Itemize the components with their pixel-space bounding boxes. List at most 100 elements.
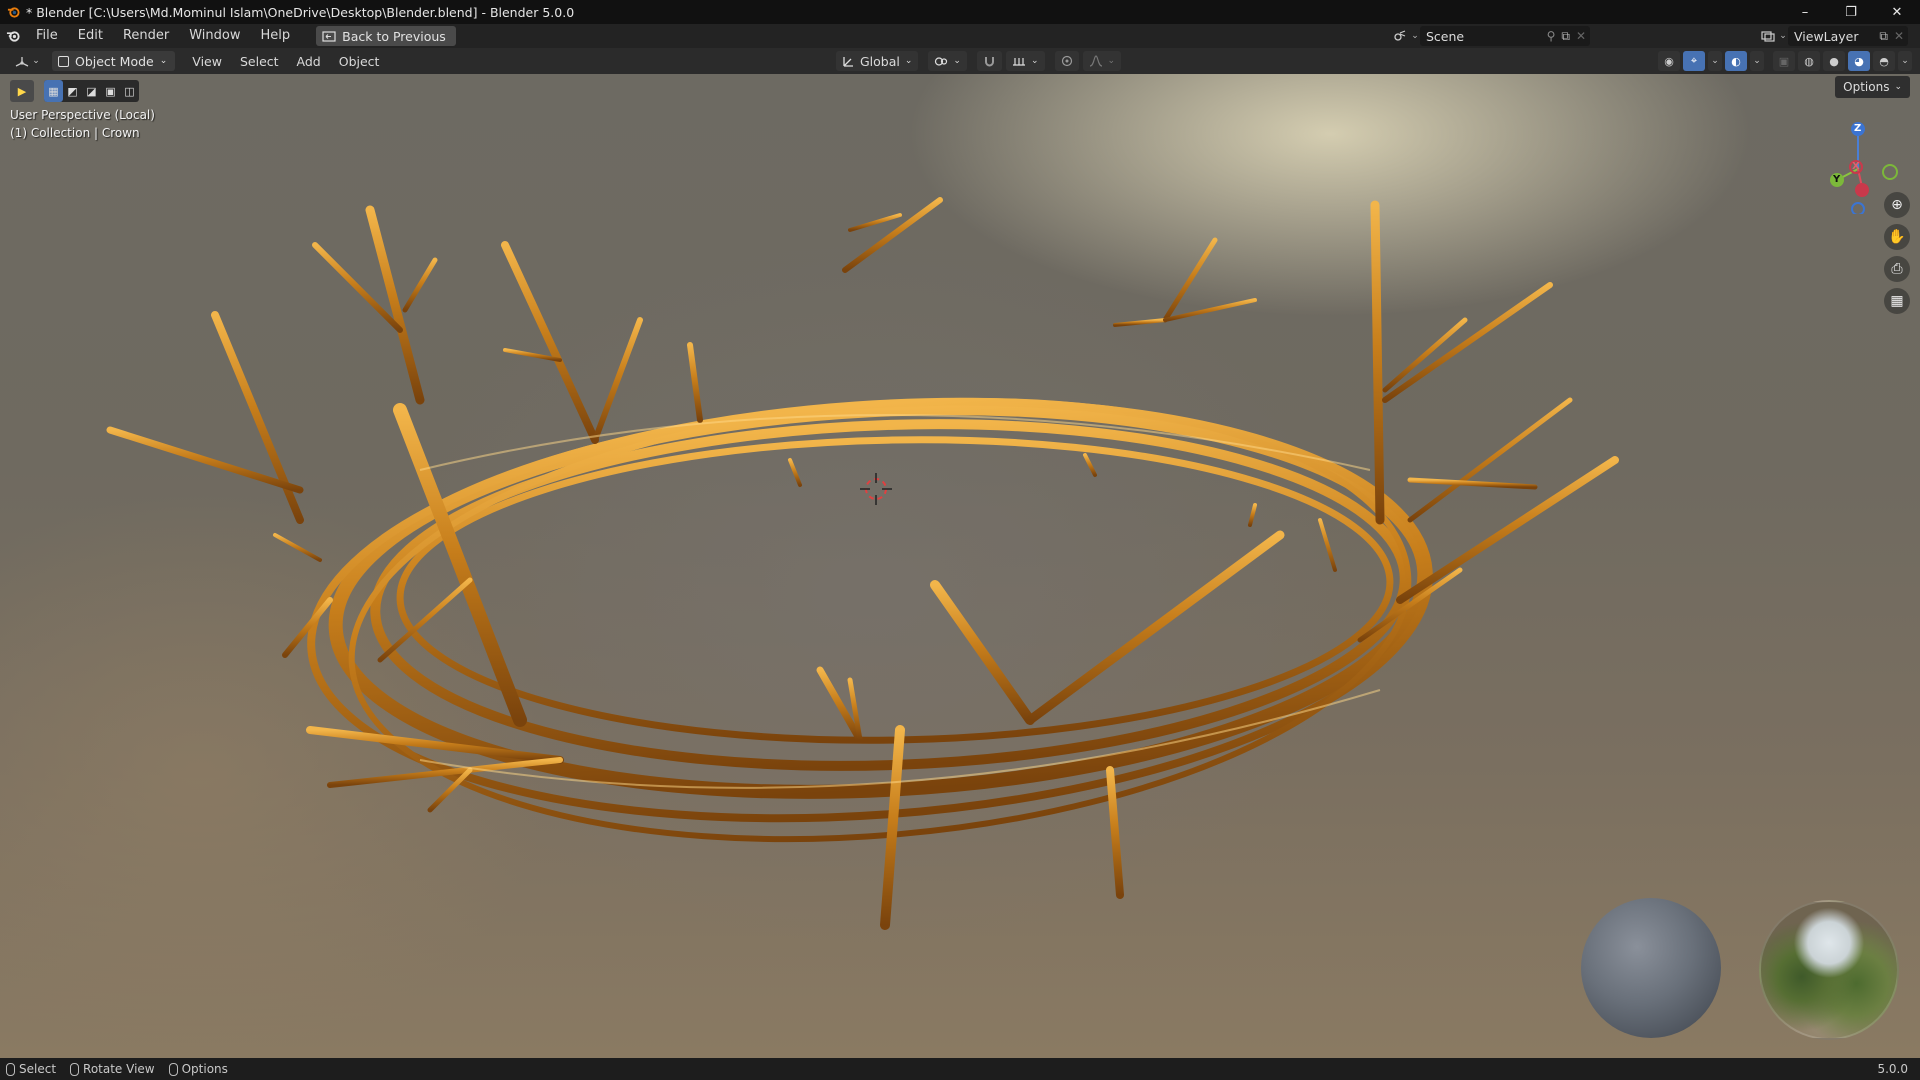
blender-menu-icon[interactable] bbox=[0, 24, 26, 48]
delete-scene-icon[interactable]: ✕ bbox=[1576, 29, 1586, 43]
pivot-point-dropdown[interactable]: ⌄ bbox=[928, 51, 967, 71]
viewlayer-name-field[interactable]: ViewLayer ⧉ ✕ bbox=[1788, 26, 1908, 46]
menu-edit[interactable]: Edit bbox=[68, 24, 113, 48]
eye-icon: ◉ bbox=[1664, 54, 1674, 68]
snap-toggle[interactable] bbox=[976, 51, 1002, 71]
delete-viewlayer-icon[interactable]: ✕ bbox=[1894, 29, 1904, 43]
chevron-down-icon: ⌄ bbox=[1030, 56, 1039, 66]
options-dropdown[interactable]: Options ⌄ bbox=[1835, 76, 1910, 98]
menu-render[interactable]: Render bbox=[113, 24, 179, 48]
scene-selector-group: ⌄ Scene ⚲ ⧉ ✕ bbox=[1390, 26, 1590, 46]
shading-solid-button[interactable]: ● bbox=[1823, 51, 1845, 71]
viewport-menu-object[interactable]: Object bbox=[330, 54, 389, 69]
object-mode-label: Object Mode bbox=[75, 53, 154, 69]
select-intersect-button[interactable]: ◫ bbox=[120, 80, 139, 102]
transform-orientation-dropdown[interactable]: Global ⌄ bbox=[836, 51, 919, 71]
select-extend-button[interactable]: ◩ bbox=[63, 80, 82, 102]
transform-controls: Global ⌄ ⌄ ⌄ ⌄ bbox=[836, 51, 1122, 71]
new-viewlayer-icon[interactable]: ⧉ bbox=[1879, 29, 1888, 44]
shading-dropdown[interactable]: ⌄ bbox=[1898, 51, 1912, 71]
visibility-dropdown[interactable]: ◉ bbox=[1658, 51, 1680, 71]
zoom-icon[interactable]: ⊕ bbox=[1884, 192, 1910, 218]
viewlayer-selector-group: ⌄ ViewLayer ⧉ ✕ bbox=[1758, 26, 1908, 46]
gizmo-toggle[interactable]: ⌖ bbox=[1683, 51, 1705, 71]
mouse-right-icon bbox=[168, 1062, 178, 1076]
status-options-label: Options bbox=[181, 1062, 228, 1076]
grid-icon[interactable]: ▦ bbox=[1884, 288, 1910, 314]
xray-toggle[interactable]: ▣ bbox=[1773, 51, 1795, 71]
chevron-down-icon: ⌄ bbox=[1753, 56, 1761, 66]
minimize-button[interactable]: – bbox=[1782, 0, 1828, 24]
restore-button[interactable]: ❐ bbox=[1828, 0, 1874, 24]
chevron-down-icon: ⌄ bbox=[159, 56, 168, 66]
select-subtract-button[interactable]: ◪ bbox=[82, 80, 101, 102]
viewlayer-browse-icon[interactable] bbox=[1758, 26, 1778, 46]
select-tool-button[interactable]: ▶ bbox=[10, 80, 34, 102]
object-mode-dropdown[interactable]: Object Mode ⌄ bbox=[52, 51, 176, 71]
gizmo-axis-y-neg[interactable] bbox=[1882, 164, 1898, 180]
select-new-button[interactable]: ▦ bbox=[44, 80, 63, 102]
viewport-perspective-label: User Perspective (Local) bbox=[10, 108, 155, 122]
pan-hand-icon[interactable]: ✋ bbox=[1884, 224, 1910, 250]
status-bar: Select Rotate View Options 5.0.0 bbox=[0, 1058, 1920, 1080]
viewport-menu-view[interactable]: View bbox=[183, 54, 231, 69]
mouse-middle-icon bbox=[70, 1062, 80, 1076]
gizmo-axis-z-neg[interactable] bbox=[1851, 202, 1865, 216]
magnet-icon bbox=[984, 56, 994, 66]
overlays-dropdown[interactable]: ⌄ bbox=[1750, 51, 1764, 71]
status-rotate-hint: Rotate View bbox=[70, 1062, 155, 1076]
chevron-down-icon: ⌄ bbox=[1779, 31, 1787, 41]
menu-file[interactable]: File bbox=[26, 24, 68, 48]
viewport-menu-add[interactable]: Add bbox=[288, 54, 330, 69]
solid-sphere-icon: ● bbox=[1829, 54, 1839, 68]
shading-rendered-button[interactable]: ◓ bbox=[1873, 51, 1895, 71]
snap-increment-icon bbox=[1012, 58, 1025, 66]
overlays-toggle[interactable]: ◐ bbox=[1725, 51, 1747, 71]
snap-target-dropdown[interactable]: ⌄ bbox=[1005, 51, 1045, 71]
orientation-axes-icon bbox=[843, 56, 853, 67]
3d-cursor-icon bbox=[860, 473, 892, 505]
gizmo-icon: ⌖ bbox=[1690, 54, 1698, 67]
scene-browse-icon[interactable] bbox=[1390, 26, 1410, 46]
transform-orientation-label: Global bbox=[860, 53, 900, 69]
select-extend-icon: ◩ bbox=[67, 84, 78, 98]
scene-name-field[interactable]: Scene ⚲ ⧉ ✕ bbox=[1420, 26, 1590, 46]
gizmo-dropdown[interactable]: ⌄ bbox=[1708, 51, 1722, 71]
3d-viewport[interactable]: ▶ ▦ ◩ ◪ ▣ ◫ Options ⌄ User Perspective (… bbox=[0, 74, 1920, 1058]
proportional-editing-toggle[interactable] bbox=[1054, 51, 1079, 71]
shading-material-button[interactable]: ◕ bbox=[1848, 51, 1870, 71]
chevron-down-icon: ⌄ bbox=[1901, 56, 1909, 66]
new-scene-icon[interactable]: ⧉ bbox=[1561, 29, 1570, 44]
options-label: Options bbox=[1843, 80, 1890, 94]
top-menu-bar: File Edit Render Window Help Back to Pre… bbox=[0, 24, 1920, 48]
select-invert-button[interactable]: ▣ bbox=[101, 80, 120, 102]
blender-version: 5.0.0 bbox=[1877, 1062, 1908, 1076]
proportional-falloff-dropdown[interactable]: ⌄ bbox=[1082, 51, 1122, 71]
mouse-left-icon bbox=[6, 1062, 15, 1076]
editor-type-selector[interactable]: ⌄ bbox=[6, 51, 48, 71]
rendered-sphere-icon: ◓ bbox=[1879, 54, 1889, 68]
overlays-icon: ◐ bbox=[1731, 54, 1741, 68]
pin-icon[interactable]: ⚲ bbox=[1547, 29, 1556, 43]
hdri-preview-ball bbox=[1759, 900, 1899, 1040]
screen-back-icon bbox=[322, 30, 336, 42]
shading-wireframe-button[interactable]: ◍ bbox=[1798, 51, 1820, 71]
menu-help[interactable]: Help bbox=[251, 24, 301, 48]
camera-icon[interactable]: ⎙ bbox=[1884, 256, 1910, 282]
viewport-display-controls: ◉ ⌖ ⌄ ◐ ⌄ ▣ ◍ ● ◕ ◓ ⌄ bbox=[1658, 51, 1912, 71]
gizmo-label-z: Z bbox=[1854, 123, 1862, 134]
chevron-down-icon: ⌄ bbox=[1894, 82, 1902, 92]
material-sphere-icon: ◕ bbox=[1854, 54, 1864, 68]
gizmo-axis-x-neg[interactable] bbox=[1855, 183, 1869, 197]
viewport-header: ⌄ Object Mode ⌄ View Select Add Object G… bbox=[0, 48, 1920, 74]
viewport-menu-select[interactable]: Select bbox=[231, 54, 288, 69]
tool-selection-row: ▶ ▦ ◩ ◪ ▣ ◫ bbox=[10, 80, 139, 102]
back-to-previous-button[interactable]: Back to Previous bbox=[316, 26, 456, 46]
viewlayer-name: ViewLayer bbox=[1794, 28, 1859, 44]
window-title-bar: * Blender [C:\Users\Md.Mominul Islam\One… bbox=[0, 0, 1920, 24]
proportional-edit-icon bbox=[1061, 55, 1072, 67]
menu-window[interactable]: Window bbox=[179, 24, 250, 48]
select-subtract-icon: ◪ bbox=[86, 84, 97, 98]
close-button[interactable]: ✕ bbox=[1874, 0, 1920, 24]
viewport-collection-label: (1) Collection | Crown bbox=[10, 126, 140, 140]
